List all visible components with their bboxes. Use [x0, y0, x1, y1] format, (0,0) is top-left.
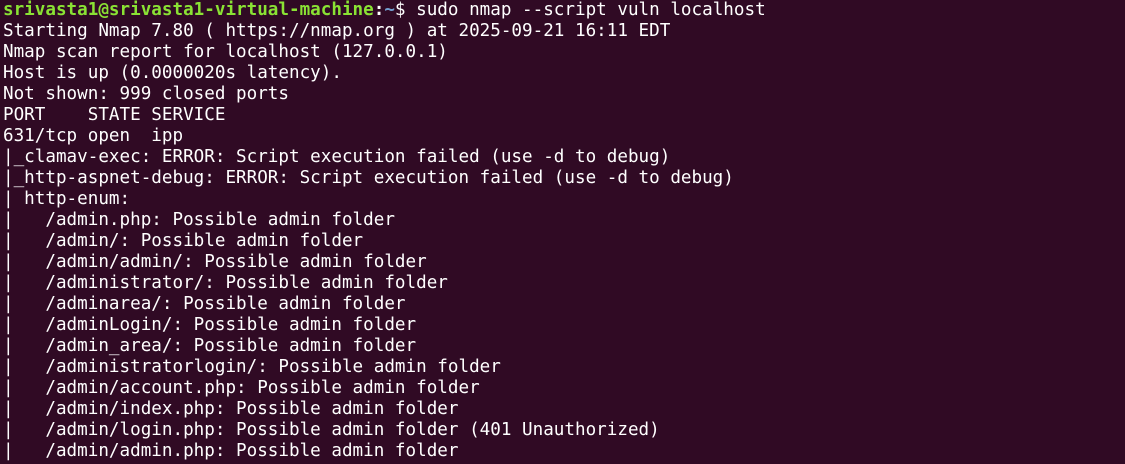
prompt-symbol: $	[394, 0, 417, 20]
output-line: | /adminarea/: Possible admin folder	[3, 294, 406, 314]
prompt-separator: :	[373, 0, 385, 20]
output-line: | /admin/login.php: Possible admin folde…	[3, 420, 660, 440]
terminal-output: Starting Nmap 7.80 ( https://nmap.org ) …	[3, 21, 1125, 462]
command-text: sudo nmap --script vuln localhost	[416, 0, 766, 20]
output-line: | /admin/admin/: Possible admin folder	[3, 252, 427, 272]
output-line: Not shown: 999 closed ports	[3, 84, 289, 104]
output-line: | /admin.php: Possible admin folder	[3, 210, 395, 230]
output-line: | /administratorlogin/: Possible admin f…	[3, 357, 501, 377]
prompt-path: ~	[384, 0, 395, 20]
output-line: PORT STATE SERVICE	[3, 105, 226, 125]
output-line: |_clamav-exec: ERROR: Script execution f…	[3, 147, 671, 167]
output-line: Host is up (0.0000020s latency).	[3, 63, 342, 83]
output-line: 631/tcp open ipp	[3, 126, 184, 146]
output-line: | /admin_area/: Possible admin folder	[3, 336, 417, 356]
output-line: | /admin/account.php: Possible admin fol…	[3, 378, 480, 398]
output-line: |_http-aspnet-debug: ERROR: Script execu…	[3, 168, 734, 188]
output-line: | /admin/index.php: Possible admin folde…	[3, 399, 459, 419]
output-line: Nmap scan report for localhost (127.0.0.…	[3, 42, 448, 62]
output-line: Starting Nmap 7.80 ( https://nmap.org ) …	[3, 21, 671, 41]
output-line: | /admin/admin.php: Possible admin folde…	[3, 441, 459, 461]
prompt-user-host: srivasta1@srivasta1-virtual-machine	[3, 0, 374, 20]
terminal-window[interactable]: srivasta1@srivasta1-virtual-machine:~$ s…	[0, 0, 1125, 464]
output-line: | /administrator/: Possible admin folder	[3, 273, 448, 293]
output-line: | /admin/: Possible admin folder	[3, 231, 364, 251]
output-line: | http-enum:	[3, 189, 131, 209]
output-line: | /adminLogin/: Possible admin folder	[3, 315, 417, 335]
prompt-line: srivasta1@srivasta1-virtual-machine:~$ s…	[3, 0, 1125, 21]
